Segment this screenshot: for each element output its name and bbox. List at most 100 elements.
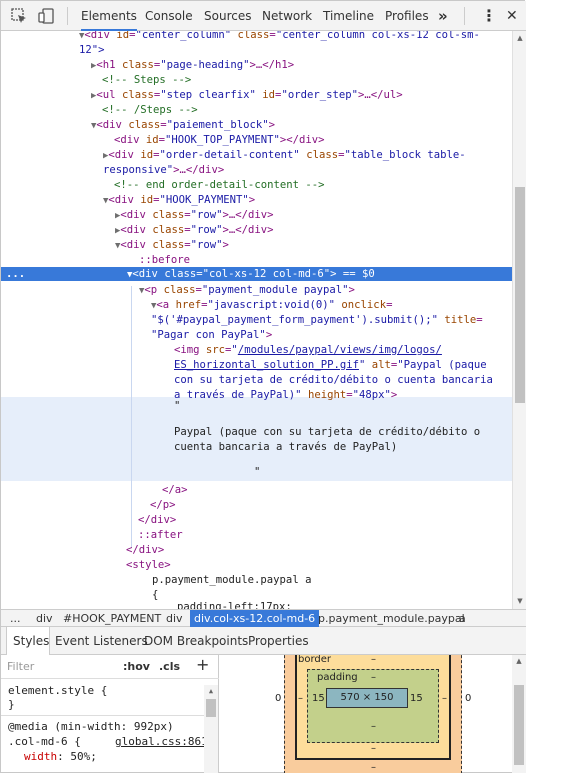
css-rule-selector[interactable]: .col-md-6 {global.css:861 — [8, 735, 208, 749]
devtools-toolbar: Elements Console Sources Network Timelin… — [1, 1, 526, 31]
margin-left-value[interactable]: 0 — [275, 693, 281, 704]
dom-line[interactable]: ▼<p class="payment_module paypal"> — [139, 283, 512, 298]
img-src-link[interactable]: /modules/paypal/views/img/logos/ — [238, 344, 442, 356]
margin-bottom-value[interactable]: – — [371, 762, 376, 773]
scroll-thumb[interactable] — [515, 187, 525, 403]
dom-line[interactable]: "Pagar con PayPal"> — [151, 328, 512, 343]
breadcrumb-item[interactable]: #HOOK_PAYMENT — [63, 610, 161, 627]
dom-line[interactable]: </a> — [162, 483, 512, 498]
breadcrumb-item[interactable]: a — [459, 610, 466, 627]
close-icon[interactable]: ✕ — [506, 1, 518, 31]
img-src-link[interactable]: ES_horizontal_solution_PP.gif — [174, 359, 359, 371]
dom-line[interactable]: p.payment_module.paypal a — [152, 573, 512, 588]
padding-right-value[interactable]: 15 — [410, 693, 423, 704]
dom-line[interactable]: <style> — [126, 558, 512, 573]
breadcrumb-item[interactable]: div — [166, 610, 183, 627]
border-top-value[interactable]: – — [371, 655, 376, 665]
box-model-content[interactable]: 570 × 150 — [326, 688, 408, 708]
dom-line[interactable]: <!-- /Steps --> — [102, 103, 512, 118]
tab-timeline[interactable]: Timeline — [323, 1, 374, 31]
rule-divider — [1, 715, 204, 716]
inspect-element-icon[interactable] — [10, 7, 28, 25]
menu-icon[interactable]: ⋮ — [481, 1, 497, 31]
dom-line[interactable]: responsive">…</div> — [103, 163, 512, 178]
dom-line[interactable]: " — [174, 399, 512, 414]
dom-line[interactable]: </p> — [150, 498, 512, 513]
dom-line[interactable]: ▶<h1 class="page-heading">…</h1> — [91, 58, 512, 73]
element-style-selector[interactable]: element.style { — [8, 684, 107, 698]
css-declaration[interactable]: width: 50%; — [24, 750, 97, 764]
scroll-thumb[interactable] — [206, 699, 216, 717]
dom-line[interactable]: ::after — [138, 528, 512, 543]
dom-line[interactable]: con su tarjeta de crédito/débito o cuent… — [174, 373, 512, 388]
breadcrumb-overflow[interactable]: ... — [10, 610, 21, 627]
margin-right-value[interactable]: 0 — [465, 693, 471, 704]
dom-line[interactable]: ▶<div class="row">…</div> — [115, 223, 512, 238]
dom-line[interactable]: ▶<div class="row">…</div> — [115, 208, 512, 223]
more-tabs-icon[interactable]: » — [438, 1, 448, 31]
tab-properties[interactable]: Properties — [248, 627, 309, 655]
styles-scrollbar[interactable]: ▲ — [204, 685, 218, 773]
new-rule-icon[interactable]: + — [196, 655, 209, 674]
tab-styles[interactable]: Styles — [6, 627, 50, 655]
styles-filter-input[interactable]: Filter — [7, 660, 34, 673]
border-right-value[interactable]: – — [442, 693, 447, 704]
scroll-up-icon[interactable]: ▲ — [207, 687, 215, 695]
padding-top-value[interactable]: – — [371, 672, 376, 683]
dom-line[interactable]: ::before — [139, 253, 512, 268]
dom-text-node[interactable]: cuenta bancaria a través de PayPal) — [174, 440, 512, 455]
dom-line[interactable]: ▼<a href="javascript:void(0)" onclick= — [151, 298, 512, 313]
dom-line[interactable]: ES_horizontal_solution_PP.gif" alt="Payp… — [174, 358, 512, 373]
hover-state-toggle[interactable]: :hov — [123, 660, 150, 673]
rule-close-brace: } — [8, 698, 15, 711]
border-bottom-value[interactable]: – — [371, 743, 376, 754]
sidebar-tabs: Styles Event Listeners DOM Breakpoints P… — [1, 627, 526, 655]
dom-line[interactable]: ▼<div id="HOOK_PAYMENT"> — [103, 193, 512, 208]
devtools-panel: Elements Console Sources Network Timelin… — [0, 0, 526, 773]
class-toggle[interactable]: .cls — [159, 660, 180, 673]
dom-text-node[interactable]: Paypal (paque con su tarjeta de crédito/… — [174, 425, 512, 440]
toolbar-separator — [464, 7, 465, 25]
selected-dom-line[interactable]: ... ▼<div class="col-xs-12 col-md-6"> == … — [1, 267, 512, 281]
device-toolbar-icon[interactable] — [37, 7, 55, 25]
dom-line[interactable]: <div id="HOOK_TOP_PAYMENT"></div> — [114, 133, 512, 148]
tab-console[interactable]: Console — [145, 1, 193, 31]
stylesheet-link[interactable]: global.css:861 — [115, 735, 208, 749]
breadcrumb-item[interactable]: p.payment_module.paypal — [318, 610, 465, 627]
dom-line[interactable]: </div> — [126, 543, 512, 558]
tab-dom-breakpoints[interactable]: DOM Breakpoints — [144, 627, 248, 655]
scroll-up-icon[interactable]: ▲ — [515, 657, 523, 665]
dom-line[interactable]: ▼<div class="row"> — [115, 238, 512, 253]
dom-line[interactable]: ▼<div id="center_column" class="center_c… — [79, 31, 512, 43]
dom-line[interactable]: ▶<div id="order-detail-content" class="t… — [103, 148, 512, 163]
tab-elements[interactable]: Elements — [81, 1, 137, 31]
scroll-down-icon[interactable]: ▼ — [516, 597, 524, 605]
dom-line[interactable]: ▶<ul class="step clearfix" id="order_ste… — [91, 88, 512, 103]
border-left-value[interactable]: – — [298, 693, 303, 704]
dom-line[interactable]: 12"> — [79, 43, 512, 58]
breadcrumb-item[interactable]: div — [36, 610, 53, 627]
dom-line[interactable]: ▼<div class="paiement_block"> — [91, 118, 512, 133]
padding-left-value[interactable]: 15 — [312, 693, 325, 704]
dom-line[interactable]: <img src="/modules/paypal/views/img/logo… — [174, 343, 512, 358]
padding-bottom-value[interactable]: – — [371, 721, 376, 732]
box-model-scrollbar[interactable]: ▲ — [512, 655, 526, 773]
dom-line[interactable]: <!-- Steps --> — [102, 73, 512, 88]
scroll-up-icon[interactable]: ▲ — [516, 34, 524, 42]
scroll-thumb[interactable] — [514, 685, 524, 765]
styles-pane: Filter :hov .cls + element.style { } @me… — [1, 655, 219, 773]
breadcrumb-item-active[interactable]: div.col-xs-12.col-md-6 — [190, 610, 320, 627]
dom-scrollbar[interactable]: ▲ ▼ — [512, 31, 526, 609]
dom-tree[interactable]: ▼<div id="center_column" class="center_c… — [1, 31, 512, 609]
styles-filter-bar: Filter :hov .cls + — [1, 655, 219, 679]
tab-network[interactable]: Network — [262, 1, 312, 31]
dom-line[interactable]: "$('#paypal_payment_form_payment').submi… — [151, 313, 512, 328]
border-label: border — [298, 655, 332, 665]
tab-profiles[interactable]: Profiles — [385, 1, 429, 31]
tab-event-listeners[interactable]: Event Listeners — [55, 627, 148, 655]
dom-line[interactable]: " — [254, 465, 512, 480]
dom-line[interactable]: <!-- end order-detail-content --> — [114, 178, 512, 193]
dom-line[interactable]: padding-left:17px; — [177, 600, 512, 609]
tab-sources[interactable]: Sources — [204, 1, 251, 31]
dom-line[interactable]: </div> — [138, 513, 512, 528]
